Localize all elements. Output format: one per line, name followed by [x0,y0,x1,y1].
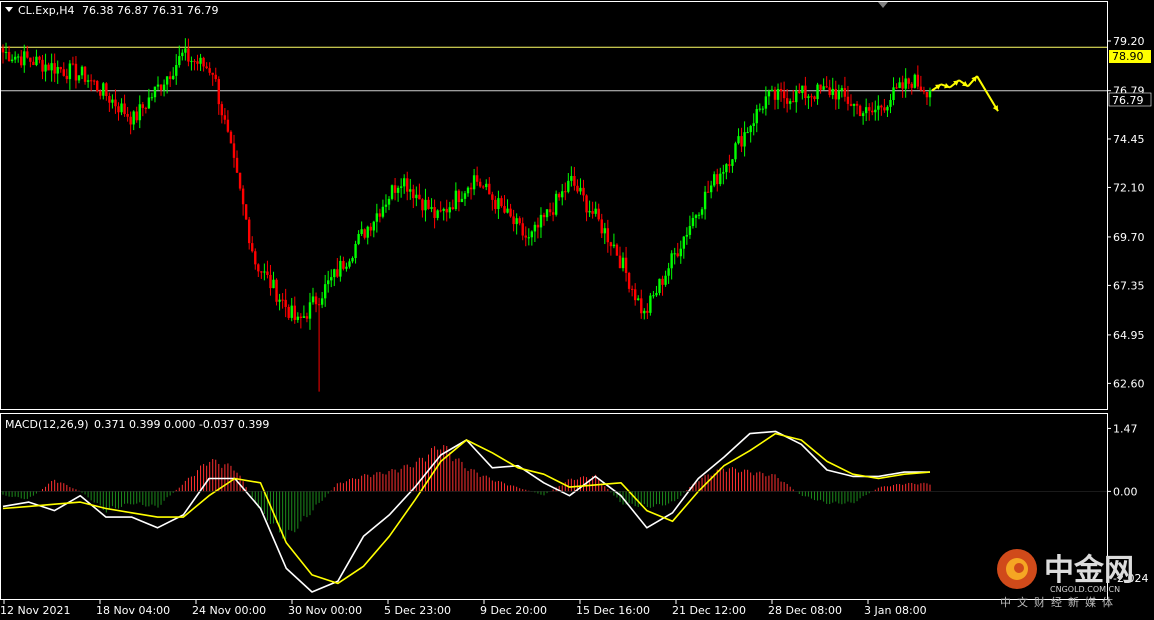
candle [390,184,394,201]
candle [96,80,99,93]
background [0,0,1154,620]
price-tick-label: 67.35 [1113,279,1145,292]
candle [649,292,652,316]
price-tick-label: 72.10 [1113,181,1145,194]
macd-values: 0.371 0.399 0.000 -0.037 0.399 [94,418,269,431]
level-price-tag-text: 78.90 [1112,50,1144,63]
watermark-domain: CNGOLD.COM.CN [1050,585,1120,594]
price-tick-label: 79.20 [1113,35,1145,48]
symbol-label: CL.Exp,H4 [18,4,75,17]
watermark: 中金网 CNGOLD.COM.CN 中文财经新媒体 [997,549,1134,609]
candle [229,130,233,144]
price-tick-label: 69.70 [1113,231,1145,244]
time-tick-label: 3 Jan 08:00 [864,604,927,617]
time-tick-label: 5 Dec 23:00 [384,604,451,617]
time-tick-label: 28 Dec 08:00 [768,604,842,617]
macd-tick-label: 0.00 [1113,485,1138,498]
time-tick-label: 9 Dec 20:00 [480,604,547,617]
price-tick-label: 64.95 [1113,329,1145,342]
macd-label: MACD(12,26,9) [5,418,89,431]
macd-tick-label: 1.47 [1113,422,1138,435]
time-tick-label: 24 Nov 00:00 [192,604,266,617]
current-price-tag-text: 76.79 [1112,94,1144,107]
candle [554,190,558,217]
candle [238,172,242,191]
candle [858,104,862,117]
candle [913,73,917,89]
time-tick-label: 15 Dec 16:00 [576,604,650,617]
watermark-brand: 中金网 [1044,553,1134,588]
time-tick-label: 12 Nov 2021 [0,604,70,617]
price-tick-label: 74.45 [1113,133,1145,146]
candle [615,243,619,256]
time-tick-label: 30 Nov 00:00 [288,604,362,617]
watermark-tagline: 中文财经新媒体 [1000,595,1119,609]
time-tick-label: 21 Dec 12:00 [672,604,746,617]
time-tick-label: 18 Nov 04:00 [96,604,170,617]
ohlc-values: 76.38 76.87 76.31 76.79 [82,4,218,17]
candle [275,278,278,306]
candle [658,278,661,296]
candle [734,141,737,163]
price-tick-label: 62.60 [1113,377,1145,390]
chart-canvas: 79.20 76.79 74.45 72.10 69.70 67.35 64.95 62.60… [0,0,1154,620]
candle [244,204,248,220]
